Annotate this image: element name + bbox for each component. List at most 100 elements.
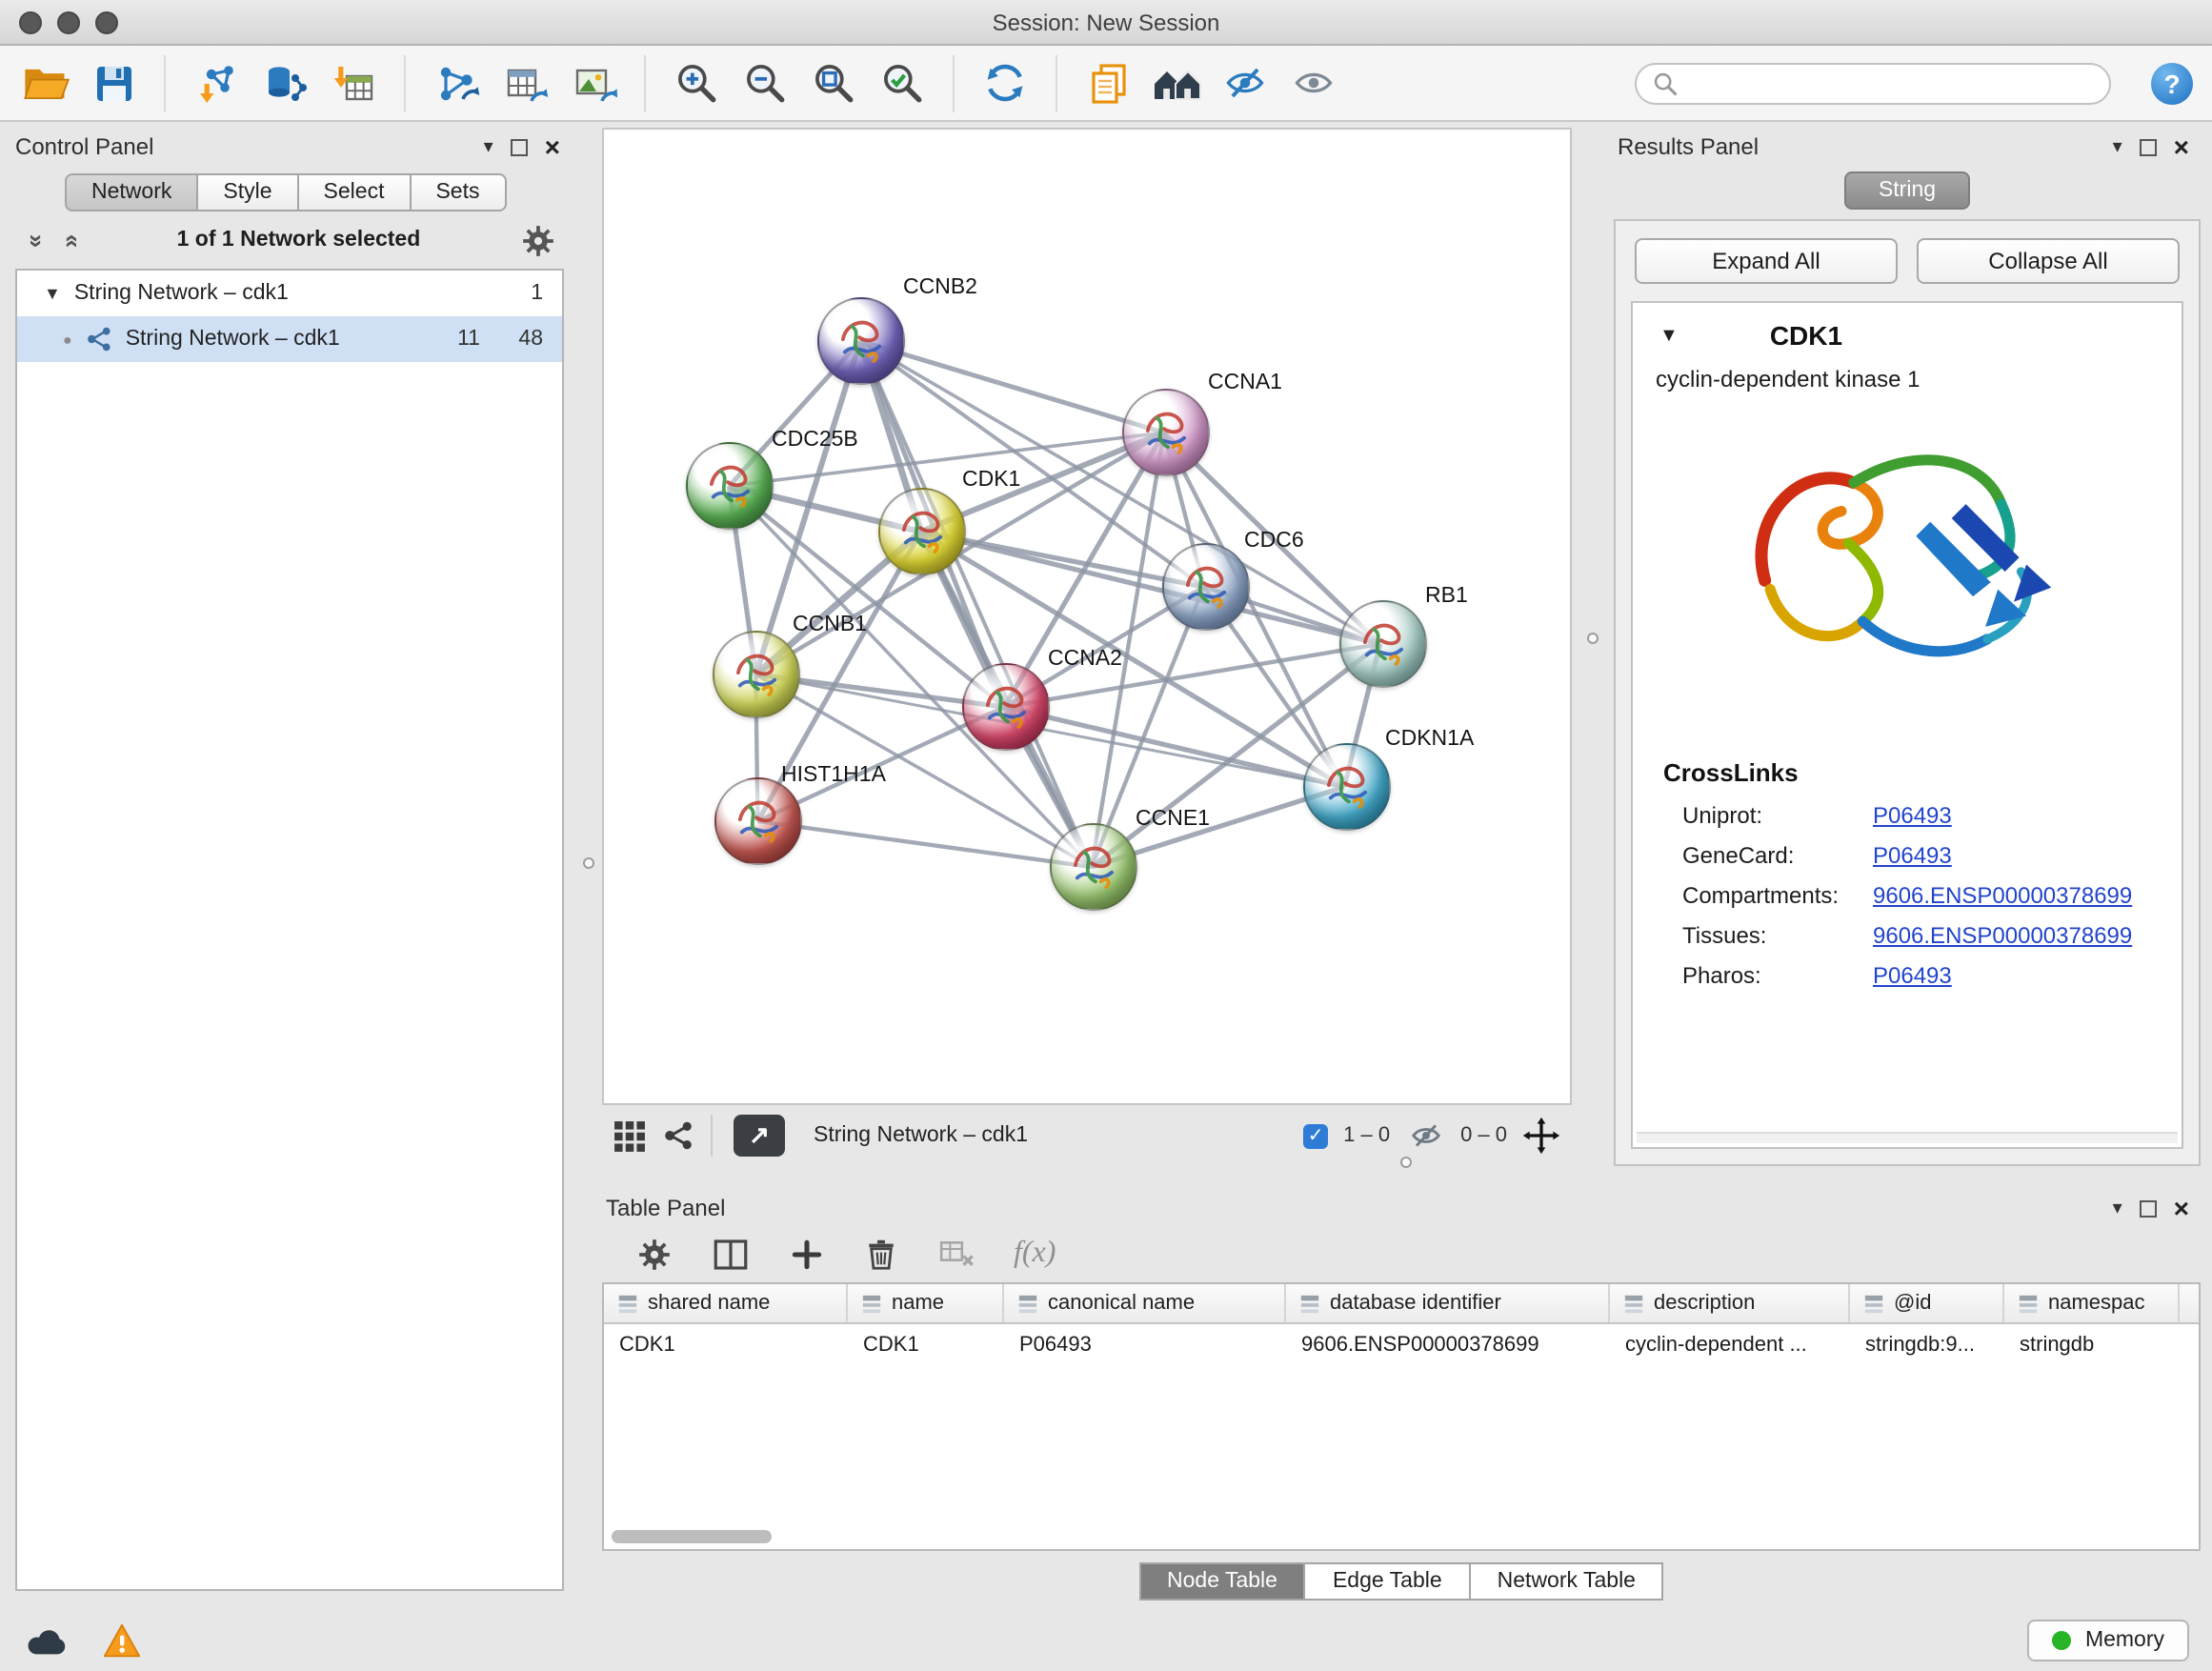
close-panel-icon[interactable]: × — [2174, 137, 2189, 156]
results-scrollbar[interactable] — [1637, 1132, 2178, 1143]
open-in-window-button[interactable]: ↗ — [734, 1115, 785, 1157]
network-node-ccna1[interactable] — [1122, 389, 1210, 476]
close-panel-icon[interactable]: × — [2174, 1198, 2189, 1218]
collapse-all-button[interactable]: Collapse All — [1917, 238, 2180, 284]
network-node-cdc25b[interactable] — [686, 442, 774, 530]
add-column-icon[interactable] — [789, 1236, 825, 1272]
column-label: description — [1654, 1292, 1755, 1315]
network-edge[interactable] — [757, 821, 1092, 867]
table-row[interactable]: CDK1CDK1P064939606.ENSP00000378699cyclin… — [604, 1324, 2199, 1366]
crosslink-value-link[interactable]: P06493 — [1873, 961, 1952, 988]
cloud-button[interactable] — [23, 1624, 70, 1657]
column-sort-icon — [1863, 1293, 1884, 1314]
vertical-splitter-handle[interactable] — [583, 857, 594, 869]
crosslink-value-link[interactable]: P06493 — [1873, 801, 1952, 828]
column-sort-icon — [1017, 1293, 1038, 1314]
tab-node-table[interactable]: Node Table — [1138, 1562, 1306, 1601]
selected-checkbox-icon[interactable]: ✓ — [1303, 1123, 1328, 1148]
minimize-window-button[interactable] — [57, 11, 80, 34]
tab-sets[interactable]: Sets — [411, 173, 506, 211]
search-box[interactable] — [1635, 62, 2111, 104]
table-settings-gear-icon[interactable] — [636, 1236, 673, 1272]
column-header-description[interactable]: description — [1610, 1284, 1850, 1322]
float-panel-icon[interactable] — [511, 138, 528, 155]
network-node-cdk1[interactable] — [878, 488, 966, 575]
float-panel-icon[interactable] — [2140, 1199, 2157, 1217]
column-header-shared-name[interactable]: shared name — [604, 1284, 848, 1322]
network-node-cdkn1a[interactable] — [1303, 743, 1391, 831]
table-hscrollbar[interactable] — [612, 1530, 772, 1543]
network-node-ccnb1[interactable] — [713, 631, 800, 718]
panel-menu-icon[interactable]: ▾ — [2113, 1198, 2122, 1218]
export-network-button[interactable] — [431, 57, 482, 109]
column-header-name[interactable]: name — [848, 1284, 1004, 1322]
tab-network-table[interactable]: Network Table — [1471, 1562, 1664, 1601]
annotation-button[interactable] — [1082, 57, 1134, 109]
zoom-out-button[interactable] — [739, 57, 791, 109]
gene-section-header[interactable]: ▼ CDK1 — [1633, 303, 2182, 360]
import-table-button[interactable] — [328, 57, 379, 109]
zoom-fit-button[interactable] — [808, 57, 859, 109]
network-canvas[interactable]: CCNB2CCNA1CDC25BCDK1CDC6RB1CCNB1CCNA2CDK… — [602, 128, 1572, 1105]
network-edge[interactable] — [1004, 707, 1344, 787]
hide-selected-button[interactable] — [1219, 57, 1271, 109]
column-header-database-identifier[interactable]: database identifier — [1286, 1284, 1610, 1322]
tab-edge-table[interactable]: Edge Table — [1306, 1562, 1471, 1601]
tab-style[interactable]: Style — [198, 173, 298, 211]
horizontal-splitter-handle[interactable] — [1400, 1157, 1412, 1168]
column-header--id[interactable]: @id — [1850, 1284, 2004, 1322]
tab-select[interactable]: Select — [299, 173, 412, 211]
section-collapse-icon[interactable]: ▼ — [1659, 325, 1679, 346]
network-collection-row[interactable]: ▼ String Network – cdk1 1 — [17, 271, 562, 316]
expand-all-button[interactable]: Expand All — [1635, 238, 1898, 284]
column-header-canonical-name[interactable]: canonical name — [1004, 1284, 1286, 1322]
help-button[interactable]: ? — [2151, 62, 2193, 104]
tab-string[interactable]: String — [1844, 171, 1970, 210]
column-header-namespac[interactable]: namespac — [2004, 1284, 2180, 1322]
network-node-rb1[interactable] — [1339, 600, 1427, 688]
apply-layout-button[interactable] — [979, 57, 1031, 109]
network-node-cdc6[interactable] — [1162, 543, 1250, 631]
crosslink-value-link[interactable]: P06493 — [1873, 841, 1952, 868]
search-input[interactable] — [1690, 71, 2094, 94]
delete-column-trash-icon[interactable] — [863, 1236, 899, 1272]
warnings-button[interactable] — [101, 1621, 143, 1660]
close-window-button[interactable] — [19, 11, 42, 34]
save-session-button[interactable] — [88, 57, 139, 109]
zoom-selected-button[interactable] — [876, 57, 928, 109]
network-row[interactable]: ● String Network – cdk1 11 48 — [17, 316, 562, 362]
grid-view-icon[interactable] — [613, 1119, 646, 1152]
network-node-ccne1[interactable] — [1050, 823, 1137, 911]
expand-all-icon[interactable]: » — [56, 233, 85, 247]
export-image-button[interactable] — [568, 57, 619, 109]
network-edge[interactable] — [860, 341, 1164, 433]
close-panel-icon[interactable]: × — [545, 137, 560, 156]
network-node-ccnb2[interactable] — [817, 297, 905, 385]
results-splitter-handle[interactable] — [1587, 633, 1599, 644]
panel-menu-icon[interactable]: ▾ — [484, 136, 493, 157]
crosslink-value-link[interactable]: 9606.ENSP00000378699 — [1873, 881, 2132, 908]
import-network-database-button[interactable] — [259, 57, 311, 109]
export-table-button[interactable] — [499, 57, 551, 109]
show-columns-icon[interactable] — [711, 1234, 751, 1274]
float-panel-icon[interactable] — [2140, 138, 2157, 155]
gear-icon[interactable] — [520, 222, 556, 258]
memory-button[interactable]: Memory — [2028, 1620, 2189, 1661]
tab-network[interactable]: Network — [65, 173, 198, 211]
show-all-button[interactable] — [1288, 57, 1339, 109]
network-node-hist1h1a[interactable] — [714, 777, 802, 865]
import-network-file-button[interactable] — [191, 57, 242, 109]
panel-menu-icon[interactable]: ▾ — [2113, 136, 2122, 157]
crosslink-row: Compartments:9606.ENSP00000378699 — [1633, 875, 2182, 915]
maximize-window-button[interactable] — [95, 11, 118, 34]
network-edge[interactable] — [860, 341, 1092, 867]
cybrowser-home-button[interactable] — [1151, 57, 1202, 109]
open-session-button[interactable] — [19, 57, 70, 109]
network-node-ccna2[interactable] — [962, 663, 1050, 751]
pan-move-icon[interactable] — [1522, 1117, 1560, 1155]
network-share-icon[interactable] — [663, 1120, 694, 1151]
tree-expand-icon[interactable]: ▼ — [44, 284, 61, 303]
crosslink-value-link[interactable]: 9606.ENSP00000378699 — [1873, 921, 2132, 948]
zoom-in-button[interactable] — [671, 57, 722, 109]
collapse-all-icon[interactable]: » — [23, 233, 51, 247]
